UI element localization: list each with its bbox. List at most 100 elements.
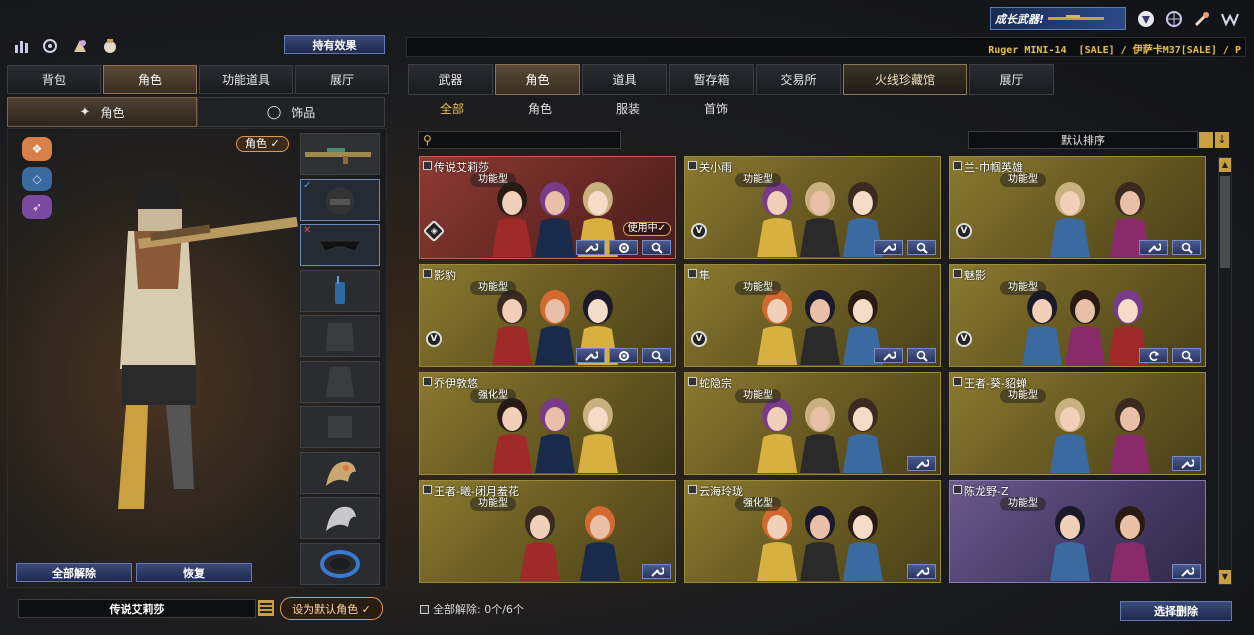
role-card[interactable]: 魅影 功能型 V <box>949 264 1206 367</box>
card-checkbox[interactable] <box>423 161 432 170</box>
card-type-badge: 功能型 <box>735 281 781 295</box>
tab-showroom-right[interactable]: 展厅 <box>969 64 1054 95</box>
shield-logo-icon[interactable] <box>1135 9 1157 29</box>
settings-wrench-button[interactable] <box>576 240 605 255</box>
search-button[interactable] <box>642 240 671 255</box>
slot-pants-empty[interactable] <box>300 406 380 448</box>
slot-armor-empty[interactable] <box>300 361 380 403</box>
card-checkbox[interactable] <box>688 161 697 170</box>
scroll-down-icon[interactable]: ▼ <box>1219 570 1231 584</box>
tab-exchange[interactable]: 交易所 <box>756 64 841 95</box>
sort-dropdown[interactable]: 默认排序 <box>968 131 1198 149</box>
scroll-thumb[interactable] <box>1220 176 1230 268</box>
scrollbar[interactable]: ▲ ▼ <box>1218 157 1232 585</box>
tab-roles[interactable]: 角色 <box>495 64 580 95</box>
tab-character[interactable]: 角色 <box>103 65 197 94</box>
w-logo-icon[interactable] <box>1219 9 1241 29</box>
card-checkbox[interactable] <box>953 269 962 278</box>
role-card[interactable]: 蛇隐宗 功能型 <box>684 372 941 475</box>
slot-pet-silver[interactable] <box>300 497 380 539</box>
role-card[interactable]: 影豹 功能型 V <box>419 264 676 367</box>
restore-button[interactable]: 恢复 <box>136 563 252 582</box>
tab-collection-hall[interactable]: 火线珍藏馆 <box>843 64 967 95</box>
search-button[interactable] <box>1172 348 1201 363</box>
settings-wrench-button[interactable] <box>907 456 936 471</box>
settings-wrench-button[interactable] <box>1172 564 1201 579</box>
card-checkbox[interactable] <box>688 269 697 278</box>
settings-wrench-button[interactable] <box>1139 240 1168 255</box>
slot-helmet[interactable]: ✓ <box>300 179 380 221</box>
bag-icon[interactable] <box>98 34 122 58</box>
checkbox-icon[interactable] <box>420 604 429 614</box>
role-card[interactable]: 王者-葵-貂蝉 功能型 <box>949 372 1206 475</box>
tab-showroom[interactable]: 展厅 <box>295 65 389 94</box>
card-checkbox[interactable] <box>953 161 962 170</box>
settings-gear-button[interactable] <box>609 240 638 255</box>
subtab-accessory[interactable]: ◯ 饰品 <box>197 97 385 127</box>
card-checkbox[interactable] <box>688 485 697 494</box>
settings-gear-button[interactable] <box>609 348 638 363</box>
card-checkbox[interactable] <box>953 377 962 386</box>
globe-logo-icon[interactable] <box>1163 9 1185 29</box>
refresh-button[interactable] <box>1139 348 1168 363</box>
slot-radio[interactable] <box>300 270 380 312</box>
settings-wrench-button[interactable] <box>576 348 605 363</box>
card-checkbox[interactable] <box>688 377 697 386</box>
settings-wrench-button[interactable] <box>1172 456 1201 471</box>
scroll-up-icon[interactable]: ▲ <box>1219 158 1231 172</box>
tab-items[interactable]: 道具 <box>582 64 667 95</box>
stats-icon[interactable] <box>10 34 34 58</box>
role-card[interactable]: 陈龙野-Z 功能型 <box>949 480 1206 583</box>
select-delete-button[interactable]: 选择删除 <box>1120 601 1232 621</box>
subtab-character[interactable]: ✦ 角色 <box>7 97 197 127</box>
set-default-button[interactable]: 设为默认角色 ✓ <box>280 597 383 620</box>
filter-clothing[interactable]: 服装 <box>584 97 672 121</box>
role-card[interactable]: 云海玲珑 强化型 <box>684 480 941 583</box>
list-icon[interactable] <box>258 600 274 616</box>
crosshair-logo-icon[interactable] <box>1191 9 1213 29</box>
effect-button[interactable]: 持有效果 <box>284 35 385 54</box>
slot-glasses[interactable]: ✕ <box>300 224 380 266</box>
search-button[interactable] <box>642 348 671 363</box>
wings-icon[interactable]: ◇ <box>22 167 52 191</box>
card-checkbox[interactable] <box>423 377 432 386</box>
slot-vest-empty[interactable] <box>300 315 380 357</box>
settings-wrench-button[interactable] <box>874 348 903 363</box>
slot-pet-golden[interactable] <box>300 452 380 494</box>
settings-wrench-button[interactable] <box>907 564 936 579</box>
role-badge[interactable]: 角色 ✓ <box>236 136 289 152</box>
slot-ring[interactable] <box>300 543 380 585</box>
settings-wrench-icon <box>650 566 664 578</box>
tab-weapons[interactable]: 武器 <box>408 64 493 95</box>
role-card[interactable]: 隼 功能型 V <box>684 264 941 367</box>
card-checkbox[interactable] <box>423 485 432 494</box>
card-checkbox[interactable] <box>953 485 962 494</box>
growth-weapon-banner[interactable]: 成长武器! <box>990 7 1126 30</box>
role-card[interactable]: 关小雨 功能型 V <box>684 156 941 259</box>
sort-direction-icon[interactable]: ↓ <box>1215 132 1229 148</box>
search-button[interactable] <box>1172 240 1201 255</box>
search-button[interactable] <box>907 240 936 255</box>
tab-storage[interactable]: 暂存箱 <box>669 64 754 95</box>
tab-function-items[interactable]: 功能道具 <box>199 65 293 94</box>
tab-backpack[interactable]: 背包 <box>7 65 101 94</box>
role-card[interactable]: 乔伊敦悠 强化型 <box>419 372 676 475</box>
search-button[interactable] <box>907 348 936 363</box>
role-card[interactable]: 传说艾莉莎 功能型 ◈ 使用中✓ <box>419 156 676 259</box>
eagle-icon[interactable]: ❖ <box>22 137 52 161</box>
filter-all[interactable]: 全部 <box>408 97 496 121</box>
unequip-all-button[interactable]: 全部解除 <box>16 563 132 582</box>
settings-wrench-button[interactable] <box>642 564 671 579</box>
slot-weapon[interactable] <box>300 133 380 175</box>
role-card[interactable]: 兰-巾帼英雄 功能型 V <box>949 156 1206 259</box>
craft-icon[interactable] <box>68 34 92 58</box>
sort-list-icon[interactable] <box>1199 132 1213 148</box>
bird-icon[interactable]: ➶ <box>22 195 52 219</box>
filter-jewelry[interactable]: 首饰 <box>672 97 760 121</box>
filter-role[interactable]: 角色 <box>496 97 584 121</box>
settings-wrench-button[interactable] <box>874 240 903 255</box>
search-input[interactable]: ⚲ <box>418 131 621 149</box>
role-card[interactable]: 王者-曦-闭月羞花 功能型 <box>419 480 676 583</box>
swap-icon[interactable] <box>38 34 62 58</box>
card-checkbox[interactable] <box>423 269 432 278</box>
